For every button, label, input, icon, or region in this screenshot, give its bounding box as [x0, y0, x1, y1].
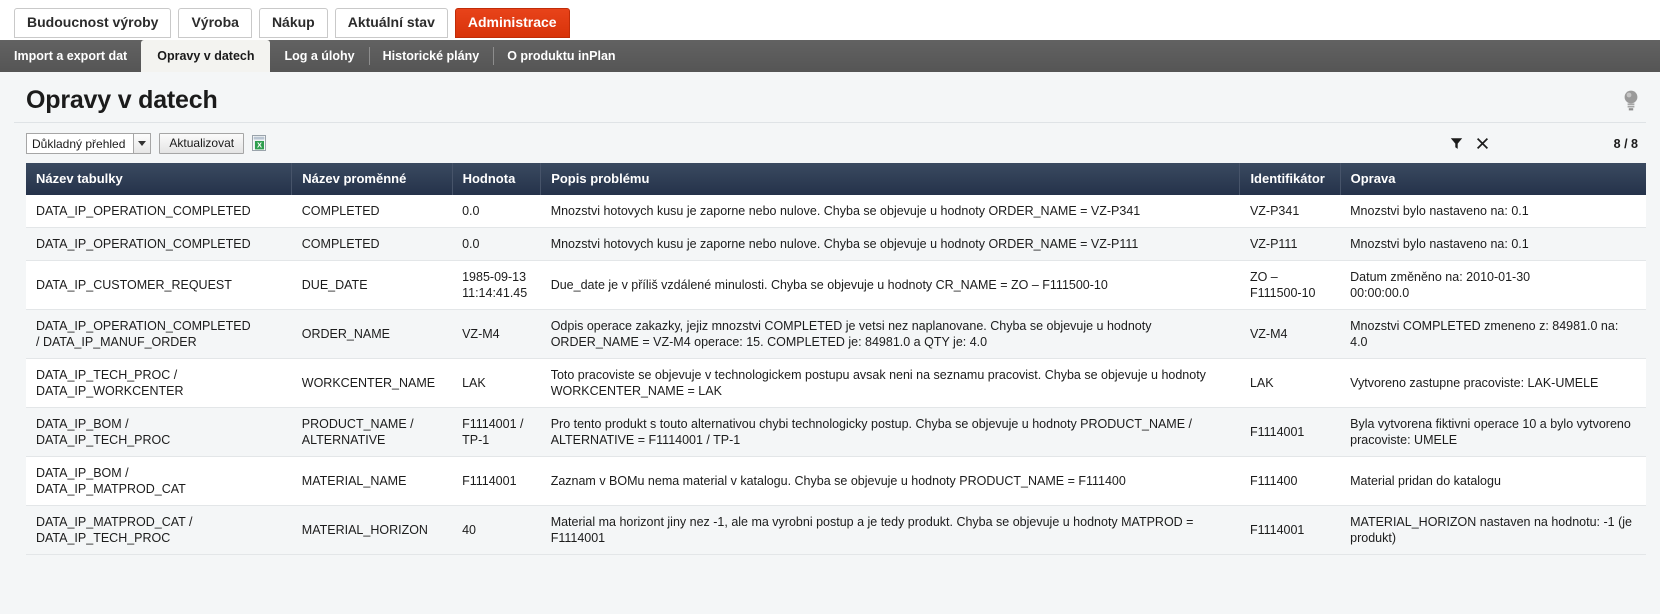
cell-variable: WORKCENTER_NAME: [291, 358, 453, 408]
cell-variable: COMPLETED: [291, 195, 453, 228]
cell-table-name: DATA_IP_BOM / DATA_IP_TECH_PROC: [26, 407, 292, 457]
nav-tab-aktualni-stav[interactable]: Aktuální stav: [334, 8, 448, 38]
nav-tab-budoucnost-vyroby[interactable]: Budoucnost výroby: [14, 8, 172, 38]
table-header: Název tabulky Název proměnné Hodnota Pop…: [26, 163, 1646, 195]
nav-tab-administrace[interactable]: Administrace: [454, 8, 570, 38]
column-header-hodnota[interactable]: Hodnota: [452, 163, 542, 195]
record-count: 8 / 8: [1613, 136, 1638, 151]
table-header-row: Název tabulky Název proměnné Hodnota Pop…: [26, 163, 1646, 195]
cell-description: Zaznam v BOMu nema material v katalogu. …: [540, 456, 1240, 506]
subnav-item-import-a-export-dat[interactable]: Import a export dat: [0, 40, 141, 72]
cell-description: Mnozstvi hotovych kusu je zaporne nebo n…: [540, 227, 1240, 261]
subnav-label: Historické plány: [382, 49, 480, 63]
cell-value: LAK: [452, 358, 541, 408]
cell-table-name: DATA_IP_MATPROD_CAT / DATA_IP_TECH_PROC: [26, 505, 292, 555]
nav-tab-nakup[interactable]: Nákup: [258, 8, 328, 38]
cell-identifier: LAK: [1239, 358, 1341, 408]
cell-fix: Vytvoreno zastupne pracoviste: LAK-UMELE: [1340, 358, 1646, 408]
table-row[interactable]: DATA_IP_OPERATION_COMPLETED / DATA_IP_MA…: [26, 309, 1646, 359]
cell-identifier: F1114001: [1239, 505, 1341, 555]
cell-fix: Byla vytvorena fiktivni operace 10 a byl…: [1340, 407, 1646, 457]
grid-toolbar-right: 8 / 8: [1444, 134, 1644, 154]
main-content: Opravy v datech Důkladný přehled Aktuali…: [0, 72, 1660, 614]
cell-fix: Datum změněno na: 2010-01-30 00:00:00.0: [1340, 260, 1646, 310]
cell-value: 40: [452, 505, 541, 555]
table-row[interactable]: DATA_IP_CUSTOMER_REQUEST DUE_DATE 1985-0…: [26, 260, 1646, 310]
cell-value: 1985-09-13 11:14:41.45: [452, 260, 541, 310]
subnav-item-opravy-v-datech[interactable]: Opravy v datech: [141, 40, 271, 72]
cell-identifier: VZ-P111: [1239, 227, 1341, 261]
subnav-divider: [493, 47, 495, 65]
chevron-down-icon: [133, 134, 151, 153]
cell-description: Due_date je v příliš vzdálené minulosti.…: [540, 260, 1240, 310]
secondary-navigation: Import a export dat Opravy v datech Log …: [0, 40, 1660, 72]
cell-variable: MATERIAL_HORIZON: [291, 505, 453, 555]
cell-value: F1114001 / TP-1: [452, 407, 541, 457]
cell-variable: DUE_DATE: [291, 260, 453, 310]
data-corrections-table: Název tabulky Název proměnné Hodnota Pop…: [26, 163, 1646, 555]
cell-fix: MATERIAL_HORIZON nastaven na hodnotu: -1…: [1340, 505, 1646, 555]
cell-fix: Mnozstvi bylo nastaveno na: 0.1: [1340, 227, 1646, 261]
cell-variable: ORDER_NAME: [291, 309, 453, 359]
close-icon[interactable]: [1470, 134, 1496, 154]
cell-table-name: DATA_IP_TECH_PROC / DATA_IP_WORKCENTER: [26, 358, 292, 408]
cell-description: Pro tento produkt s touto alternativou c…: [540, 407, 1240, 457]
cell-variable: PRODUCT_NAME / ALTERNATIVE: [291, 407, 453, 457]
cell-description: Toto pracoviste se objevuje v technologi…: [540, 358, 1240, 408]
cell-table-name: DATA_IP_OPERATION_COMPLETED / DATA_IP_MA…: [26, 309, 292, 359]
grid-toolbar: Důkladný přehled Aktualizovat X 8 / 8: [14, 123, 1646, 163]
cell-value: 0.0: [452, 227, 541, 261]
cell-description: Material ma horizont jiny nez -1, ale ma…: [540, 505, 1240, 555]
cell-table-name: DATA_IP_OPERATION_COMPLETED: [26, 195, 292, 228]
subnav-item-log-a-ulohy[interactable]: Log a úlohy: [270, 40, 368, 72]
cell-description: Mnozstvi hotovych kusu je zaporne nebo n…: [540, 195, 1240, 228]
table-row[interactable]: DATA_IP_BOM / DATA_IP_TECH_PROC PRODUCT_…: [26, 407, 1646, 457]
cell-identifier: F111400: [1239, 456, 1341, 506]
subnav-item-historicke-plany[interactable]: Historické plány: [368, 40, 494, 72]
lightbulb-icon[interactable]: [1622, 88, 1640, 114]
column-header-nazev-tabulky[interactable]: Název tabulky: [26, 163, 293, 195]
cell-fix: Mnozstvi COMPLETED zmeneno z: 84981.0 na…: [1340, 309, 1646, 359]
column-header-identifikator[interactable]: Identifikátor: [1239, 163, 1341, 195]
column-header-oprava[interactable]: Oprava: [1340, 163, 1646, 195]
nav-tab-vyroba[interactable]: Výroba: [178, 8, 252, 38]
page-title: Opravy v datech: [26, 86, 218, 114]
table-row[interactable]: DATA_IP_OPERATION_COMPLETED COMPLETED 0.…: [26, 227, 1646, 261]
table-row[interactable]: DATA_IP_BOM / DATA_IP_MATPROD_CAT MATERI…: [26, 456, 1646, 506]
cell-table-name: DATA_IP_OPERATION_COMPLETED: [26, 227, 292, 261]
cell-variable: COMPLETED: [291, 227, 453, 261]
view-mode-select[interactable]: Důkladný přehled: [26, 133, 152, 154]
cell-value: 0.0: [452, 195, 541, 228]
cell-identifier: VZ-M4: [1239, 309, 1341, 359]
view-mode-select-value: Důkladný přehled: [32, 137, 126, 151]
subnav-item-o-produktu-inplan[interactable]: O produktu inPlan: [493, 40, 629, 72]
primary-navigation: Budoucnost výroby Výroba Nákup Aktuální …: [0, 0, 1660, 40]
filter-icon[interactable]: [1444, 134, 1470, 154]
refresh-button[interactable]: Aktualizovat: [159, 133, 245, 154]
subnav-divider: [368, 47, 370, 65]
table-row[interactable]: DATA_IP_OPERATION_COMPLETED COMPLETED 0.…: [26, 195, 1646, 228]
subnav-label: O produktu inPlan: [507, 49, 616, 63]
cell-fix: Mnozstvi bylo nastaveno na: 0.1: [1340, 195, 1646, 228]
cell-fix: Material pridan do katalogu: [1340, 456, 1646, 506]
cell-identifier: F1114001: [1239, 407, 1341, 457]
cell-table-name: DATA_IP_CUSTOMER_REQUEST: [26, 260, 292, 310]
excel-export-icon[interactable]: X: [252, 135, 268, 152]
page-header: Opravy v datech: [14, 72, 1646, 123]
svg-text:X: X: [257, 141, 262, 150]
cell-table-name: DATA_IP_BOM / DATA_IP_MATPROD_CAT: [26, 456, 292, 506]
cell-identifier: ZO – F111500-10: [1239, 260, 1341, 310]
table-body: DATA_IP_OPERATION_COMPLETED COMPLETED 0.…: [26, 195, 1646, 555]
cell-identifier: VZ-P341: [1239, 195, 1341, 228]
column-header-popis-problemu[interactable]: Popis problému: [540, 163, 1241, 195]
table-row[interactable]: DATA_IP_MATPROD_CAT / DATA_IP_TECH_PROC …: [26, 505, 1646, 555]
table-row[interactable]: DATA_IP_TECH_PROC / DATA_IP_WORKCENTER W…: [26, 358, 1646, 408]
cell-variable: MATERIAL_NAME: [291, 456, 453, 506]
column-header-nazev-promenne[interactable]: Název proměnné: [291, 163, 453, 195]
cell-value: VZ-M4: [452, 309, 541, 359]
cell-value: F1114001: [452, 456, 541, 506]
cell-description: Odpis operace zakazky, jejiz mnozstvi CO…: [540, 309, 1240, 359]
